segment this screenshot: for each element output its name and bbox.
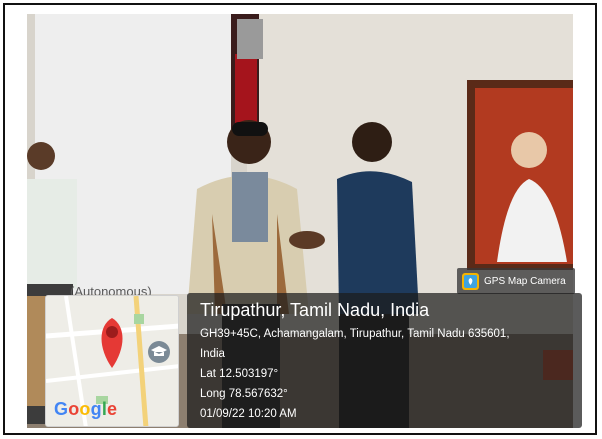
google-logo: Google <box>54 399 118 419</box>
map-thumbnail: Google <box>45 295 179 427</box>
address-line-2: India <box>200 348 225 360</box>
app-label: GPS Map Camera <box>484 275 566 287</box>
presenter-head <box>352 122 392 162</box>
door-panel <box>235 54 257 124</box>
datetime-text: 01/09/22 10:20 AM <box>200 408 297 420</box>
address-line-1: GH39+45C, Achamangalam, Tirupathur, Tami… <box>200 328 510 340</box>
gps-map-camera-icon <box>462 272 479 290</box>
latitude-text: Lat 12.503197° <box>200 368 279 380</box>
man-left-head <box>27 142 55 170</box>
wall-fixture <box>237 19 263 59</box>
school-icon <box>148 341 170 363</box>
location-info-panel: Tirupathur, Tamil Nadu, India GH39+45C, … <box>187 293 582 428</box>
gps-map-camera-badge: GPS Map Camera <box>457 268 575 294</box>
man-left-shirt <box>27 179 77 289</box>
student-hair <box>232 122 268 136</box>
student-shirt <box>232 172 268 242</box>
location-title: Tirupathur, Tamil Nadu, India <box>200 300 430 320</box>
longitude-text: Long 78.567632° <box>200 388 288 400</box>
painting-face <box>511 132 547 168</box>
handshake-hands <box>289 231 325 249</box>
